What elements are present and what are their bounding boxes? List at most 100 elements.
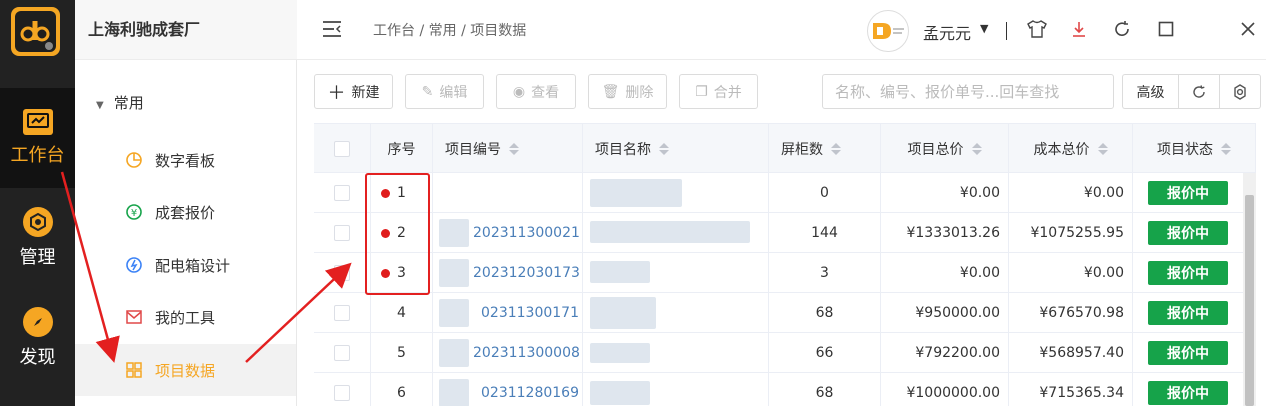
cabinets-cell: 66: [769, 333, 881, 373]
code-cell[interactable]: 02311280169: [433, 373, 583, 406]
row-checkbox[interactable]: [334, 185, 350, 201]
column-header-status[interactable]: 项目状态: [1133, 124, 1256, 174]
code-cell[interactable]: 202312030173: [433, 253, 583, 293]
avatar[interactable]: [867, 10, 909, 52]
lightning-icon: [125, 256, 143, 274]
select-all-cell: [314, 124, 371, 174]
rail-item-workbench[interactable]: 工作台: [0, 88, 75, 188]
button-label: 新建: [351, 84, 380, 101]
tshirt-icon[interactable]: [1027, 19, 1047, 39]
maximize-icon[interactable]: [1156, 19, 1176, 39]
name-cell[interactable]: [583, 213, 769, 253]
status-badge[interactable]: 报价中: [1148, 301, 1228, 325]
menu-item-my-tools[interactable]: 我的工具: [75, 291, 296, 343]
refresh-button[interactable]: [1178, 74, 1220, 109]
code-cell[interactable]: 202311300021: [433, 213, 583, 253]
status-cell: 报价中: [1133, 213, 1243, 253]
cost-price-cell: ¥0.00: [1009, 173, 1133, 213]
project-code-link[interactable]: 202311300008: [473, 345, 580, 361]
cabinets-cell: 68: [769, 293, 881, 333]
row-checkbox[interactable]: [334, 305, 350, 321]
advanced-search-button[interactable]: 高级: [1122, 74, 1178, 109]
column-settings-button[interactable]: [1220, 74, 1261, 109]
sort-icon[interactable]: [509, 143, 519, 155]
table-row[interactable]: 4 02311300171 68 ¥950000.00 ¥676570.98 报…: [314, 293, 1256, 333]
row-checkbox[interactable]: [334, 265, 350, 281]
menu-collapse-icon[interactable]: [322, 20, 342, 38]
search-input[interactable]: [822, 74, 1114, 109]
project-code-link[interactable]: 02311280169: [481, 385, 579, 401]
column-header-name[interactable]: 项目名称: [583, 124, 769, 174]
project-code-link[interactable]: 202311300021: [473, 225, 580, 241]
name-cell[interactable]: [583, 173, 769, 213]
sort-icon[interactable]: [971, 143, 982, 155]
edit-button[interactable]: ✎ 编辑: [405, 74, 484, 109]
app-logo[interactable]: [11, 7, 60, 56]
copy-icon: ❐: [695, 83, 708, 100]
project-code-link[interactable]: 202312030173: [473, 265, 580, 281]
name-cell[interactable]: [583, 293, 769, 333]
total-price: ¥0.00: [959, 265, 1000, 281]
redaction-blur: [590, 343, 650, 363]
table-row[interactable]: 6 02311280169 68 ¥1000000.00 ¥715365.34 …: [314, 373, 1256, 406]
sort-icon[interactable]: [659, 143, 669, 155]
row-checkbox[interactable]: [334, 385, 350, 401]
row-checkbox[interactable]: [334, 225, 350, 241]
caret-down-icon[interactable]: ▼: [980, 22, 988, 35]
scrollbar-thumb[interactable]: [1245, 195, 1254, 406]
eye-icon: ◉: [512, 83, 526, 100]
rail-item-label: 管理: [19, 247, 56, 268]
menu-item-box-design[interactable]: 配电箱设计: [75, 239, 296, 291]
merge-button[interactable]: ❐ 合并: [679, 74, 758, 109]
rail-item-manage[interactable]: 管理: [0, 188, 75, 288]
user-name[interactable]: 孟元元: [923, 20, 971, 44]
cabinets-cell: 3: [769, 253, 881, 293]
code-cell[interactable]: 202311300008: [433, 333, 583, 373]
sort-icon[interactable]: [1221, 143, 1231, 155]
cost-price: ¥715365.34: [1039, 385, 1124, 401]
table-row[interactable]: 3 202312030173 3 ¥0.00 ¥0.00 报价中: [314, 253, 1256, 293]
name-cell[interactable]: [583, 253, 769, 293]
svg-text:¥: ¥: [131, 208, 137, 219]
refresh-icon[interactable]: [1112, 19, 1132, 39]
new-button[interactable]: ＋ 新建: [314, 74, 393, 109]
status-badge[interactable]: 报价中: [1148, 381, 1228, 405]
delete-button[interactable]: 🗑︎ 删除: [588, 74, 667, 109]
table-row[interactable]: 1 0 ¥0.00 ¥0.00 报价中: [314, 173, 1256, 213]
menu-item-dashboard[interactable]: 数字看板: [75, 134, 296, 186]
view-button[interactable]: ◉ 查看: [496, 74, 576, 109]
code-cell[interactable]: [433, 173, 583, 213]
sort-icon[interactable]: [1097, 143, 1108, 155]
rail-item-discover[interactable]: 发现: [0, 288, 75, 388]
status-badge[interactable]: 报价中: [1148, 341, 1228, 365]
cabinet-count: 68: [815, 305, 834, 321]
status-badge[interactable]: 报价中: [1148, 261, 1228, 285]
project-code-link[interactable]: 02311300171: [481, 305, 579, 321]
pencil-icon: ✎: [421, 83, 434, 100]
select-all-checkbox[interactable]: [334, 141, 350, 157]
row-checkbox[interactable]: [334, 345, 350, 361]
cabinet-count: 144: [811, 225, 838, 241]
sort-icon[interactable]: [831, 143, 841, 155]
column-header-cabinets[interactable]: 屏柜数: [769, 124, 881, 174]
name-cell[interactable]: [583, 333, 769, 373]
status-cell: 报价中: [1133, 173, 1243, 213]
column-header-cost[interactable]: 成本总价: [1009, 124, 1133, 174]
menu-item-quote[interactable]: ¥ 成套报价: [75, 186, 296, 238]
menu-group-common[interactable]: ▼ 常用: [96, 92, 144, 113]
top-header: 工作台 / 常用 / 项目数据 孟元元 ▼: [297, 0, 1266, 60]
cost-price-cell: ¥1075255.95: [1009, 213, 1133, 253]
total-price: ¥1000000.00: [906, 385, 1000, 401]
download-icon[interactable]: [1069, 19, 1089, 39]
menu-item-project-data[interactable]: 项目数据: [75, 344, 296, 396]
status-badge[interactable]: 报价中: [1148, 221, 1228, 245]
column-header-total[interactable]: 项目总价: [881, 124, 1009, 174]
name-cell[interactable]: [583, 373, 769, 406]
status-badge[interactable]: 报价中: [1148, 181, 1228, 205]
table-row[interactable]: 5 202311300008 66 ¥792200.00 ¥568957.40 …: [314, 333, 1256, 373]
column-header-code[interactable]: 项目编号: [433, 124, 583, 174]
table-row[interactable]: 2 202311300021 144 ¥1333013.26 ¥1075255.…: [314, 213, 1256, 253]
code-cell[interactable]: 02311300171: [433, 293, 583, 333]
column-label: 成本总价: [1033, 142, 1090, 158]
close-icon[interactable]: [1238, 19, 1258, 39]
